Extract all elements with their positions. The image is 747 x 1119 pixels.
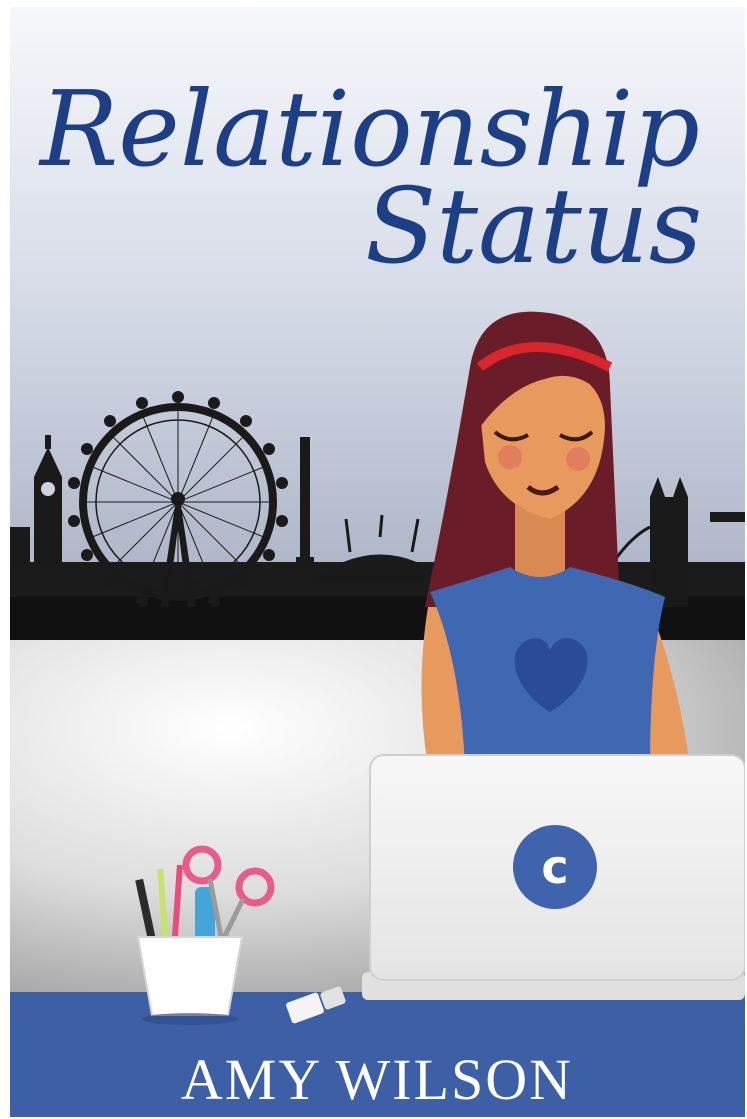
cover-illustration: Relationship Status c AMY WILSON bbox=[10, 7, 745, 1117]
laptop-logo-letter: c bbox=[541, 840, 568, 894]
book-cover: Relationship Status c AMY WILSON bbox=[10, 7, 745, 1117]
author-name: AMY WILSON bbox=[181, 1047, 573, 1112]
laptop-icon: c bbox=[362, 754, 745, 1000]
title-line-2: Status bbox=[365, 165, 702, 287]
